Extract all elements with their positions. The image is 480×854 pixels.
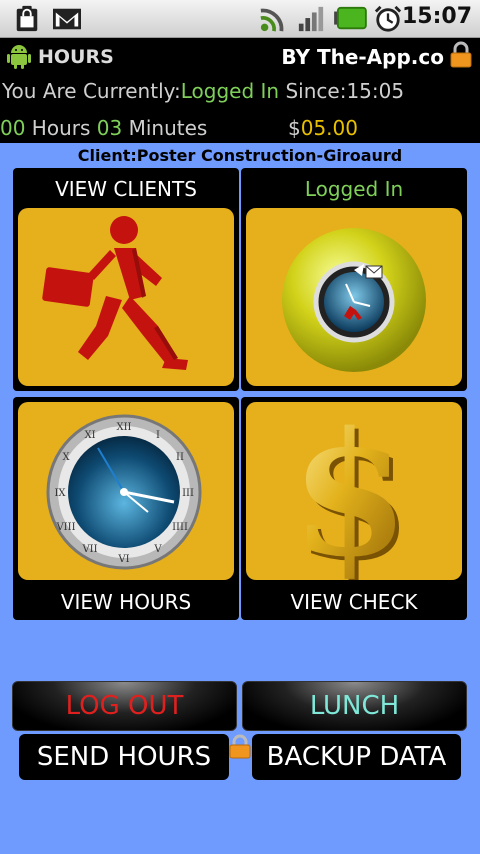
tile-label: Logged In bbox=[304, 177, 404, 201]
tile-art bbox=[246, 208, 462, 386]
svg-text:VII: VII bbox=[81, 544, 97, 555]
login-since-time: 15:05 bbox=[346, 79, 405, 103]
svg-text:XI: XI bbox=[84, 430, 95, 441]
view-hours-tile[interactable]: XII I II III IIII V VI VII VIII IX X XI VIEW HOU… bbox=[13, 397, 239, 620]
walking-man-icon bbox=[42, 216, 188, 370]
tile-label: VIEW CHECK bbox=[290, 590, 418, 614]
svg-text:XII: XII bbox=[116, 422, 131, 433]
client-name: Client:Poster Construction-Giroaurd bbox=[77, 146, 403, 165]
elapsed-line: 00 Hours 03 Minutes $05.00 bbox=[0, 116, 358, 140]
lunch-button[interactable]: LUNCH bbox=[242, 681, 467, 731]
app-title-bar: HOURS BY The-App.co bbox=[0, 38, 480, 75]
svg-text:II: II bbox=[176, 452, 184, 463]
svg-text:VI: VI bbox=[117, 554, 129, 565]
alarm-icon bbox=[374, 5, 402, 32]
login-status-line: You Are Currently:Logged In Since:15:05 bbox=[2, 79, 405, 103]
clock-icon: XIIIII IIIIIIIV VIVIIVIII IXXXI bbox=[46, 414, 202, 570]
svg-text:IIII: IIII bbox=[172, 522, 188, 533]
svg-text:I: I bbox=[156, 430, 160, 441]
signal-icon bbox=[298, 6, 324, 32]
view-check-tile[interactable]: $ $ VIEW CHECK bbox=[241, 397, 467, 620]
wifi-icon bbox=[260, 8, 284, 32]
svg-text:X: X bbox=[62, 452, 70, 463]
status-time: 15:07 bbox=[401, 4, 472, 29]
view-clients-tile[interactable]: VIEW CLIENTS bbox=[13, 168, 239, 391]
logout-button[interactable]: LOG OUT bbox=[12, 681, 237, 731]
backup-data-button[interactable]: BACKUP DATA bbox=[252, 734, 461, 780]
svg-text:III: III bbox=[182, 488, 194, 499]
svg-text:IX: IX bbox=[54, 488, 66, 499]
gmail-icon bbox=[53, 8, 81, 30]
tile-label: VIEW HOURS bbox=[60, 590, 192, 614]
tile-art: XII I II III IIII V VI VII VIII IX X XI bbox=[18, 402, 234, 580]
tile-art bbox=[18, 208, 234, 386]
battery-icon bbox=[334, 6, 367, 30]
tile-label: VIEW CLIENTS bbox=[55, 177, 197, 201]
send-hours-button[interactable]: SEND HOURS bbox=[19, 734, 229, 780]
app-byline: BY The-App.co bbox=[281, 45, 444, 69]
lock-icon[interactable] bbox=[448, 41, 474, 69]
hours-value: 00 bbox=[0, 116, 26, 140]
dollar-icon: $ $ bbox=[291, 402, 413, 580]
logged-in-tile[interactable]: Logged In bbox=[241, 168, 467, 391]
android-icon bbox=[7, 45, 31, 69]
clock-ball-icon bbox=[282, 228, 426, 372]
lock-icon bbox=[229, 734, 251, 759]
svg-text:V: V bbox=[153, 544, 162, 555]
tile-art: $ $ bbox=[246, 402, 462, 580]
earned-amount: $05.00 bbox=[288, 116, 358, 140]
minutes-value: 03 bbox=[96, 116, 123, 140]
clipboard-icon bbox=[16, 5, 38, 32]
status-bar: 15:07 bbox=[0, 0, 480, 38]
session-info: You Are Currently:Logged In Since:15:05 … bbox=[0, 75, 480, 143]
svg-text:VIII: VIII bbox=[55, 522, 75, 533]
login-status: Logged In bbox=[180, 79, 280, 103]
app-title: HOURS bbox=[38, 46, 114, 68]
svg-text:$: $ bbox=[291, 402, 409, 580]
